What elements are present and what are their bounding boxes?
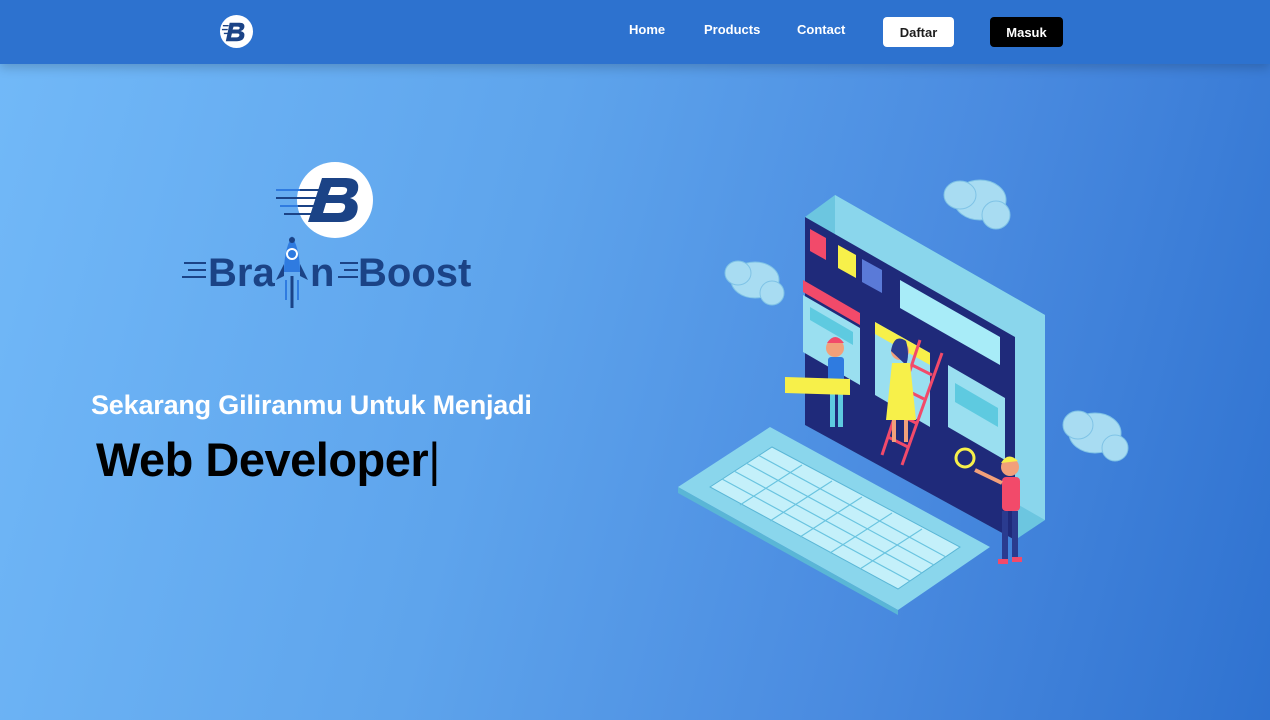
nav-link-home[interactable]: Home (629, 22, 665, 37)
cloud-icon (943, 179, 1011, 230)
brand-name-mid: n (310, 251, 334, 295)
brainboost-logo-icon: Bra n Boost (182, 162, 471, 308)
nav-link-products[interactable]: Products (704, 22, 760, 37)
hero-tagline: Sekarang Giliranmu Untuk Menjadi (91, 390, 532, 420)
cloud-icon (724, 260, 785, 306)
navbar: Home Products Contact Daftar Masuk (0, 0, 1270, 64)
nav-link-contact[interactable]: Contact (797, 22, 845, 37)
brainboost-b-logo-icon[interactable] (219, 14, 254, 49)
brand-name-right: Boost (358, 251, 471, 295)
typing-cursor: | (428, 433, 440, 486)
login-button[interactable]: Masuk (990, 17, 1063, 47)
brand-logo: Bra n Boost (180, 160, 490, 315)
web-developer-illustration (678, 179, 1129, 615)
cloud-icon (1062, 410, 1129, 462)
rocket-icon (276, 236, 308, 308)
brand-name-left: Bra (208, 251, 275, 295)
signup-button[interactable]: Daftar (883, 17, 954, 47)
typed-text: Web Developer (96, 433, 429, 486)
typed-headline: Web Developer| (96, 432, 440, 487)
